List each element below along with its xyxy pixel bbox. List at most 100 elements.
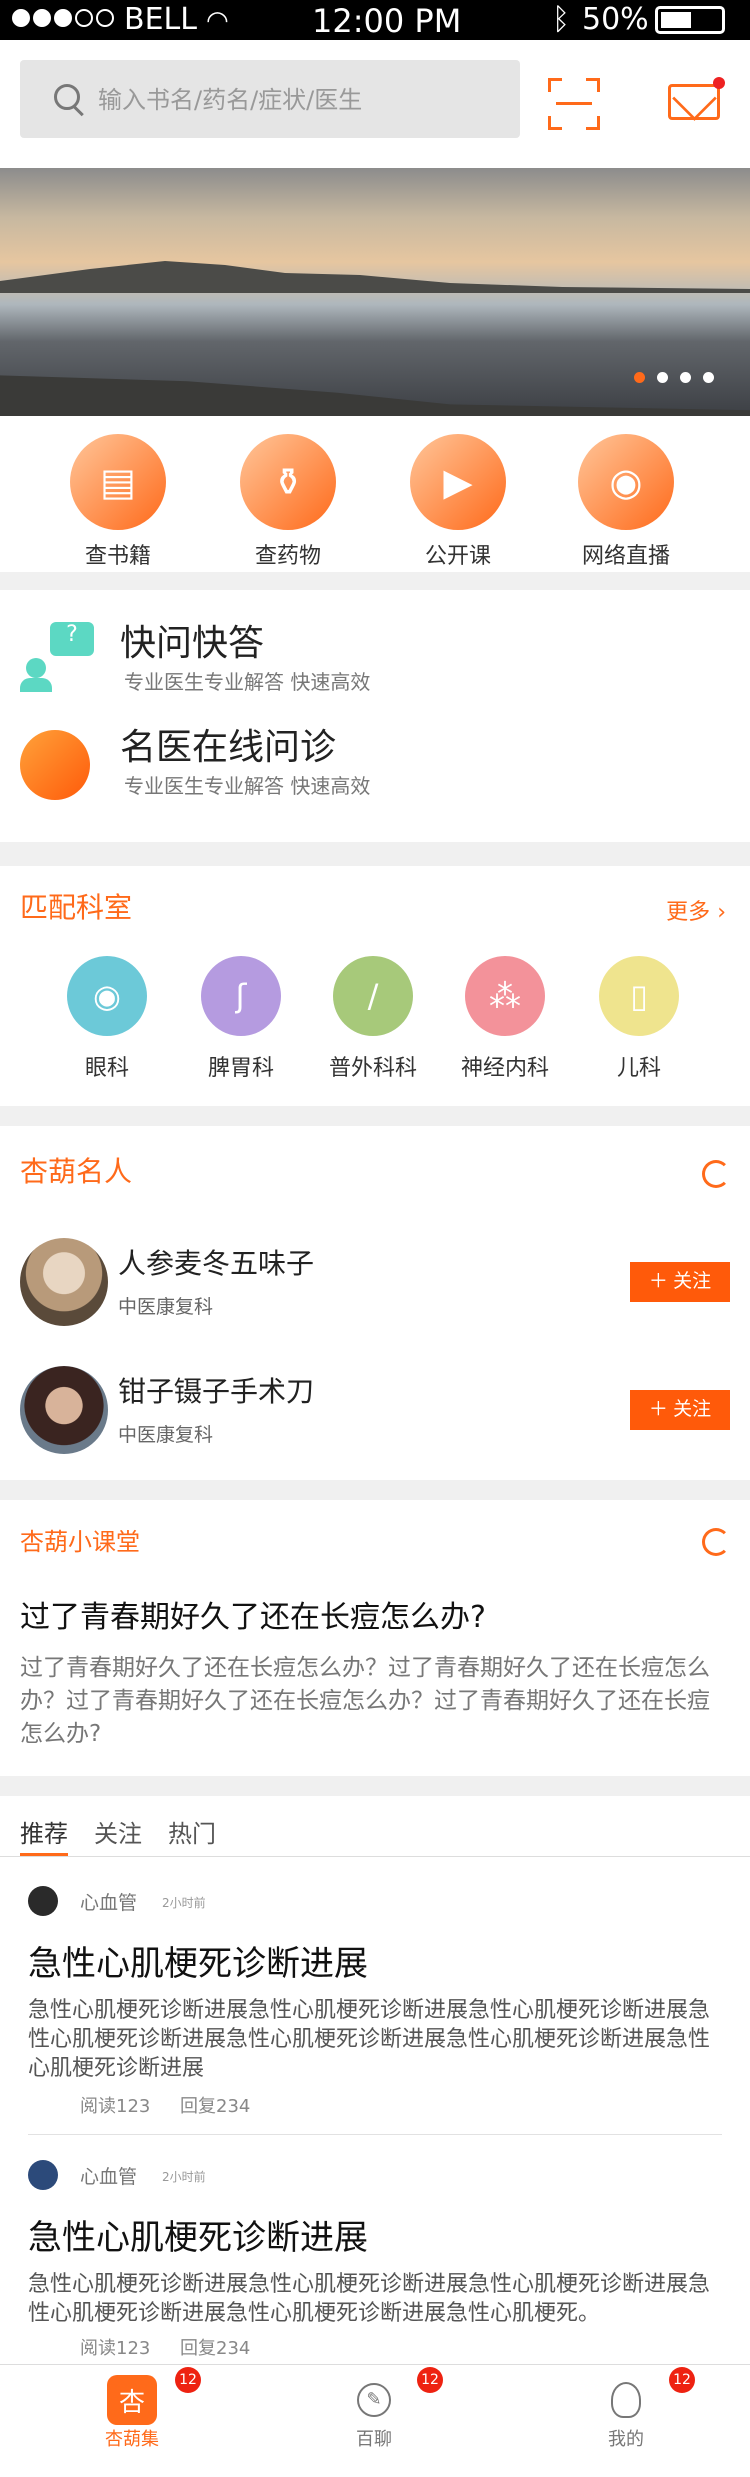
post-body: 急性心肌梗死诊断进展急性心肌梗死诊断进展急性心肌梗死诊断进展急性心肌梗死诊断进展…	[28, 1998, 711, 2081]
post-time: 2小时前	[162, 2170, 206, 2184]
quick-services: ? 快问快答 专业医生专业解答 快速高效 名医在线问诊 专业医生专业解答 快速高…	[0, 590, 750, 842]
carousel-dot[interactable]	[703, 372, 714, 383]
carousel-dot[interactable]	[657, 372, 668, 383]
category-logo-icon	[28, 1886, 58, 1916]
bottle-icon: ▯	[599, 956, 679, 1036]
post-divider	[28, 2134, 722, 2135]
scan-icon[interactable]	[548, 78, 600, 130]
home-icon: 杏 12	[107, 2367, 201, 2425]
feed-post[interactable]: 心血管 2小时前 急性心肌梗死诊断进展 急性心肌梗死诊断进展急性心肌梗死诊断进展…	[28, 1886, 722, 2117]
dept-label: 眼科	[84, 1056, 129, 1081]
doctor-online-sub: 专业医生专业解答 快速高效	[124, 774, 371, 798]
class-body: 过了青春期好久了还在长痘怎么办？过了青春期好久了还在长痘怎么办？过了青春期好久了…	[20, 1655, 710, 1747]
person-name: 钳子镊子手术刀	[118, 1375, 315, 1408]
doctor-online-icon	[20, 726, 96, 802]
section-title: 杏葫小课堂	[20, 1528, 140, 1556]
follow-button[interactable]: ＋ 关注	[630, 1262, 730, 1302]
person-department: 中医康复科	[118, 1424, 214, 1446]
eye-icon: ◉	[67, 956, 147, 1036]
post-title: 急性心肌梗死诊断进展	[28, 1944, 368, 1984]
class-question[interactable]: 过了青春期好久了还在长痘怎么办?	[20, 1592, 486, 1636]
wifi-icon: ◠	[206, 6, 229, 36]
carousel-dot[interactable]	[680, 372, 691, 383]
scalpel-icon: /	[333, 956, 413, 1036]
quick-qa-row[interactable]: ? 快问快答 专业医生专业解答 快速高效	[20, 610, 730, 710]
chevron-right-icon: ›	[717, 900, 726, 925]
category-label: 网络直播	[581, 544, 670, 569]
dept-pediatrics[interactable]: ▯ 儿科	[584, 956, 694, 1082]
post-title: 急性心肌梗死诊断进展	[28, 2218, 368, 2258]
neuron-icon: ⁂	[465, 956, 545, 1036]
feed-section: 推荐 关注 热门 心血管 2小时前 急性心肌梗死诊断进展 急性心肌梗死诊断进展急…	[0, 1796, 750, 2366]
tab-label: 百聊	[356, 2429, 392, 2450]
mail-notification-dot	[713, 77, 725, 89]
doctor-online-title: 名医在线问诊	[120, 727, 337, 768]
carousel-dot[interactable]	[634, 372, 645, 383]
category-grid: ▤ 查书籍 ⚱ 查药物 ▶ 公开课 ◉ 网络直播	[0, 416, 750, 572]
category-label: 公开课	[424, 544, 491, 569]
carousel-indicators	[634, 372, 714, 383]
dept-eye[interactable]: ◉ 眼科	[52, 956, 162, 1082]
post-reads: 阅读123	[80, 2096, 151, 2117]
follow-button[interactable]: ＋ 关注	[630, 1390, 730, 1430]
category-drugs[interactable]: ⚱ 查药物	[228, 434, 348, 570]
avatar	[20, 1238, 108, 1326]
mortar-icon: ⚱	[240, 434, 336, 530]
section-title: 杏葫名人	[20, 1155, 133, 1188]
dept-neuro[interactable]: ⁂ 神经内科	[450, 956, 560, 1082]
departments-section: 匹配科室 更多 › ◉ 眼科 ʃ 脾胃科 / 普外科科 ⁂ 神经内科 ▯ 儿科	[0, 866, 750, 1106]
refresh-icon[interactable]	[702, 1528, 730, 1556]
post-replies: 回复234	[180, 2096, 251, 2117]
person-card[interactable]: 钳子镊子手术刀 中医康复科 ＋ 关注	[20, 1366, 730, 1466]
person-card[interactable]: 人参麦冬五味子 中医康复科 ＋ 关注	[20, 1238, 730, 1338]
post-category: 心血管	[80, 1892, 138, 1914]
dept-stomach[interactable]: ʃ 脾胃科	[186, 956, 296, 1082]
status-bar: BELL ◠ 12:00 PM ᛒ 50%	[0, 0, 750, 40]
post-reads: 阅读123	[80, 2338, 151, 2359]
tab-follow[interactable]: 关注	[94, 1814, 142, 1856]
mail-icon[interactable]	[668, 77, 725, 120]
post-time: 2小时前	[162, 1896, 206, 1910]
live-icon: ◉	[578, 434, 674, 530]
category-live[interactable]: ◉ 网络直播	[566, 434, 686, 570]
category-open-class[interactable]: ▶ 公开课	[398, 434, 518, 570]
search-bar[interactable]: 输入书名/药名/症状/医生	[20, 60, 520, 138]
doctor-online-row[interactable]: 名医在线问诊 专业医生专业解答 快速高效	[20, 714, 730, 814]
dept-label: 神经内科	[460, 1056, 549, 1081]
tab-home[interactable]: 杏 12 杏葫集	[72, 2367, 201, 2451]
search-placeholder: 输入书名/药名/症状/医生	[98, 86, 363, 114]
header: 输入书名/药名/症状/医生	[0, 40, 750, 168]
tab-recommend[interactable]: 推荐	[20, 1814, 68, 1856]
person-name: 人参麦冬五味子	[118, 1247, 315, 1280]
post-body: 急性心肌梗死诊断进展急性心肌梗死诊断进展急性心肌梗死诊断进展急性心肌梗死诊断进展…	[28, 2272, 711, 2326]
dept-label: 普外科科	[328, 1056, 417, 1081]
banner-shore	[0, 375, 750, 416]
feed-tabs: 推荐 关注 热门	[20, 1814, 216, 1856]
book-icon: ▤	[70, 434, 166, 530]
banner-image	[0, 261, 750, 293]
status-time: 12:00 PM	[312, 2, 462, 40]
badge: 12	[669, 2367, 695, 2393]
tab-hot[interactable]: 热门	[168, 1814, 216, 1856]
section-title: 匹配科室	[20, 891, 133, 924]
dept-surgery[interactable]: / 普外科科	[318, 956, 428, 1082]
category-logo-icon	[28, 2160, 58, 2190]
category-label: 查药物	[254, 544, 321, 569]
avatar	[20, 1366, 108, 1454]
feed-post[interactable]: 心血管 2小时前 急性心肌梗死诊断进展 急性心肌梗死诊断进展急性心肌梗死诊断进展…	[28, 2160, 722, 2359]
tab-chat[interactable]: ✎ 12 百聊	[314, 2367, 443, 2451]
video-icon: ▶	[410, 434, 506, 530]
bottom-tab-bar: 杏 12 杏葫集 ✎ 12 百聊 12 我的	[0, 2364, 750, 2477]
battery-percent: 50%	[582, 2, 649, 37]
category-books[interactable]: ▤ 查书籍	[58, 434, 178, 570]
badge: 12	[175, 2367, 201, 2393]
famous-section: 杏葫名人 人参麦冬五味子 中医康复科 ＋ 关注 钳子镊子手术刀 中医康复科 ＋ …	[0, 1126, 750, 1480]
tab-profile[interactable]: 12 我的	[566, 2367, 695, 2451]
dept-label: 儿科	[616, 1056, 661, 1081]
tab-label: 杏葫集	[105, 2429, 159, 2450]
quick-qa-sub: 专业医生专业解答 快速高效	[124, 670, 371, 694]
refresh-icon[interactable]	[702, 1160, 730, 1188]
quick-qa-title: 快问快答	[120, 623, 265, 664]
user-icon: 12	[601, 2367, 695, 2425]
more-link[interactable]: 更多 ›	[666, 894, 726, 926]
